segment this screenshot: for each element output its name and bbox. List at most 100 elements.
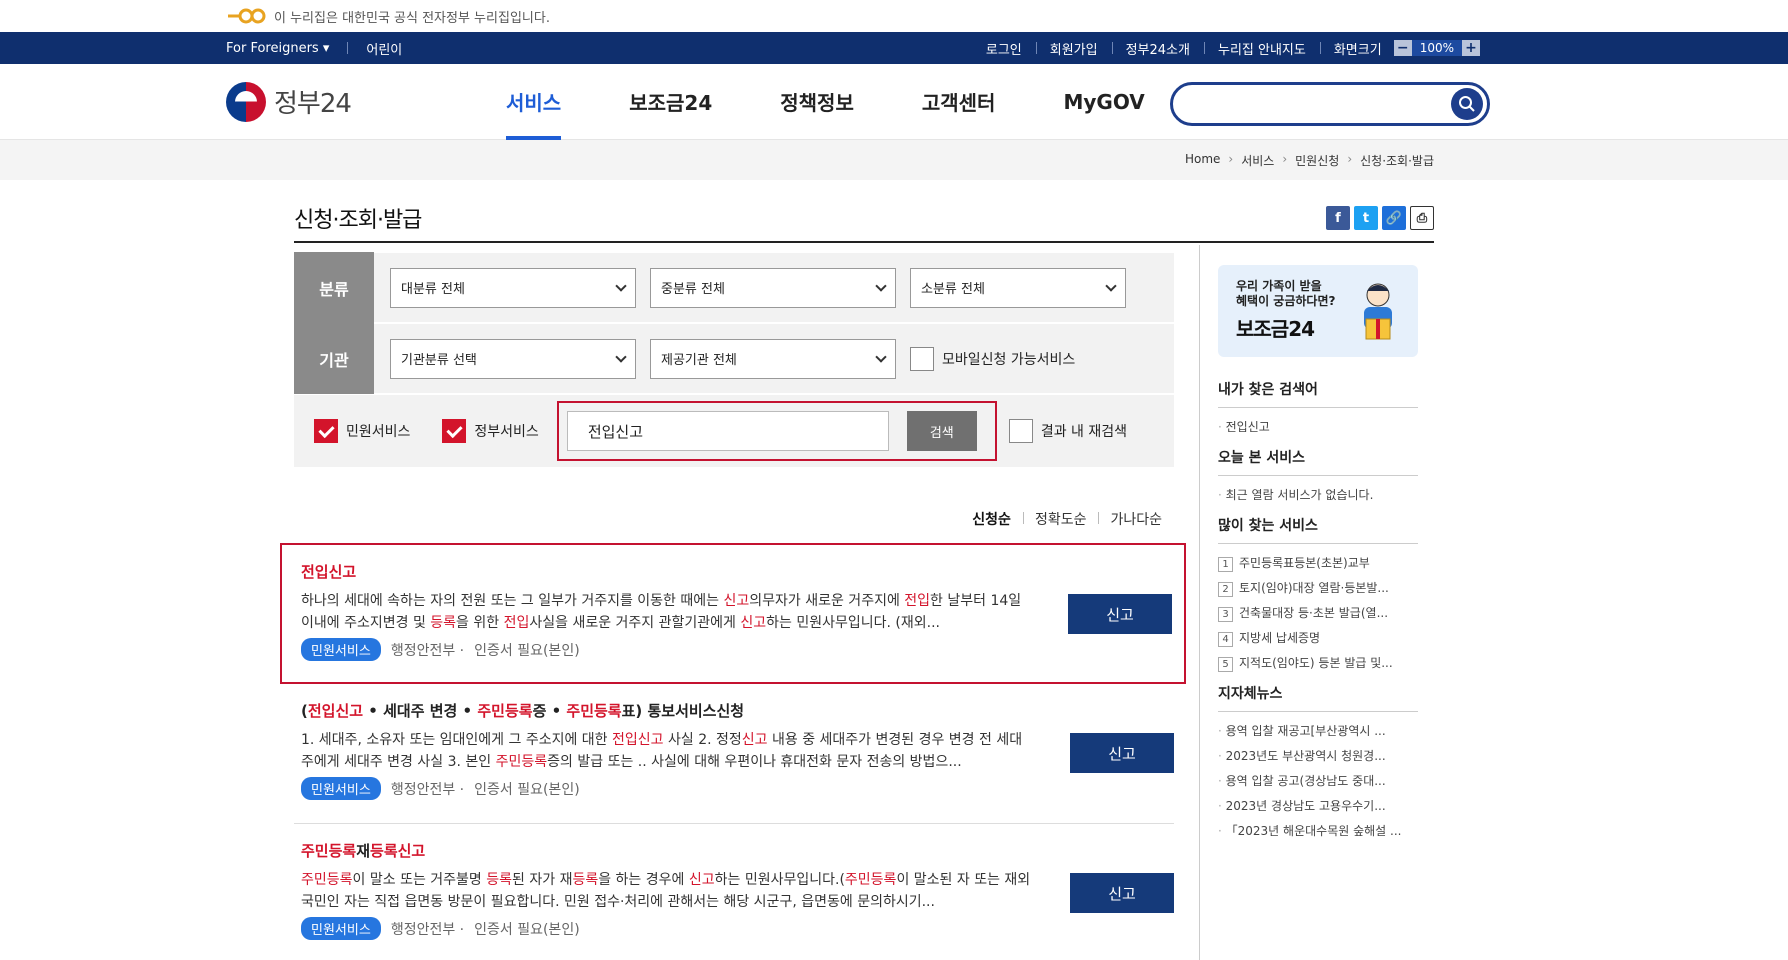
gnb-item-mygov[interactable]: MyGOV [1029,64,1178,140]
minor-category-select[interactable]: 소분류 전체 [910,267,1126,308]
apply-button[interactable]: 신고 [1068,594,1172,634]
zoom-value: 100% [1411,40,1462,56]
list-item[interactable]: 4 지방세 납세증명 [1218,629,1418,654]
keyword-input[interactable]: 전입신고 [566,411,889,451]
zoom-label: 화면크기 [1333,42,1382,58]
gnb-item-policy[interactable]: 정책정보 [746,64,888,140]
breadcrumb-home[interactable]: Home [1185,152,1220,169]
list-item[interactable]: 용역 입찰 공고(경상남도 중대... [1218,772,1418,797]
result-meta: 민원서비스 행정안전부 · 인증서 필요(본인) [301,638,1184,661]
list-item-label: 토지(임야)대장 열람·등본발... [1239,581,1389,595]
provider-agency-select[interactable]: 제공기관 전체 [650,338,896,379]
gnb-menu: 서비스 보조금24 정책정보 고객센터 MyGOV [472,64,1179,140]
checkbox-label: 민원서비스 [346,424,411,440]
result-org: 행정안전부 · [390,642,465,659]
twitter-icon[interactable]: t [1354,206,1378,230]
zoom-in-button[interactable]: + [1462,40,1480,56]
apply-button[interactable]: 신고 [1070,733,1174,773]
result-description-part: 전입 [904,593,931,609]
global-search-input[interactable] [1173,85,1451,123]
middle-category-select[interactable]: 중분류 전체 [650,267,896,308]
popular-heading: 많이 찾는 서비스 [1218,515,1418,544]
result-title[interactable]: 전입신고 [301,561,1184,582]
checkbox-box[interactable] [1008,419,1033,443]
sort-by-application[interactable]: 신청순 [960,509,1023,529]
egov-logo-icon [226,8,266,24]
sitemap-link[interactable]: 누리집 안내지도 [1203,39,1320,58]
search-icon [1459,96,1475,112]
breadcrumb-civil[interactable]: 민원신청 [1295,152,1339,169]
result-description-part: 신고 [688,872,715,888]
link-icon[interactable]: 🔗 [1382,206,1406,230]
major-category-select[interactable]: 대분류 전체 [390,267,636,308]
sidebar: 우리 가족이 받을 혜택이 궁금하다면? 보조금24 내가 찾은 검색어 전입신… [1218,265,1418,847]
sort-by-alphabet[interactable]: 가나다순 [1098,509,1174,529]
kids-link[interactable]: 어린이 [366,39,402,58]
list-item[interactable]: 1 주민등록표등본(초본)교부 [1218,554,1418,579]
facebook-icon[interactable]: f [1326,206,1350,230]
chevron-right-icon: › [1228,152,1234,166]
apply-button[interactable]: 신고 [1070,873,1174,913]
result-title[interactable]: 주민등록재등록신고 [301,840,1174,861]
filter-row-keyword: 민원서비스 정부서비스 전입신고 검색 결과 내 재검색 [294,395,1174,467]
result-meta: 민원서비스 행정안전부 · 인증서 필요(본인) [301,777,1174,800]
list-item[interactable]: 5 지적도(임야도) 등본 발급 및... [1218,654,1418,679]
brand-logo[interactable]: 정부24 [226,81,436,122]
research-in-results-checkbox[interactable]: 결과 내 재검색 [1008,419,1127,443]
select-value: 대분류 전체 [401,282,465,297]
gov-service-checkbox[interactable]: 정부서비스 [442,419,539,443]
divider [347,42,349,54]
result-title[interactable]: (전입신고 • 세대주 변경 • 주민등록증 • 주민등록표) 통보서비스신청 [301,700,1174,721]
result-title-part: 주민등록 [477,702,533,720]
chevron-right-icon: › [1282,152,1288,166]
list-item[interactable]: 「2023년 해운대수목원 숲해설 ... [1218,822,1418,847]
gnb-item-customer-center[interactable]: 고객센터 [888,64,1030,140]
sort-options: 신청순 정확도순 가나다순 [294,509,1174,529]
result-description-part: 전입 [503,615,530,631]
result-description-part: 등록 [572,872,599,888]
filter-label-category: 분류 [294,252,374,323]
page-title: 신청·조회·발급 [294,208,422,233]
list-item[interactable]: 용역 입찰 재공고[부산광역시 ... [1218,722,1418,747]
print-icon[interactable]: ⎙ [1410,206,1434,230]
result-description-part: 증의 발급 또는 .. 사실에 대해 우편이나 휴대전화 문자 전송의 방법으.… [547,754,962,770]
checkbox-box[interactable] [314,419,338,443]
list-item-label: 주민등록표등본(초본)교부 [1239,556,1370,570]
about-link[interactable]: 정부24소개 [1111,39,1204,58]
filter-label-agency: 기관 [294,323,374,394]
result-title-part: 표) 통보서비스신청 [621,702,745,720]
login-link[interactable]: 로그인 [972,39,1036,58]
checkbox-box[interactable] [442,419,467,443]
for-foreigners-link[interactable]: For Foreigners ▾ [226,41,329,56]
result-org: 행정안전부 · [390,921,465,938]
signup-link[interactable]: 회원가입 [1035,39,1112,58]
mobile-available-checkbox[interactable]: 모바일신청 가능서비스 [910,346,1075,371]
subsidy24-banner[interactable]: 우리 가족이 받을 혜택이 궁금하다면? 보조금24 [1218,265,1418,357]
list-item[interactable]: 2 토지(임야)대장 열람·등본발... [1218,579,1418,604]
rank-number: 4 [1218,632,1233,647]
list-item[interactable]: 3 건축물대장 등·초본 발급(열... [1218,604,1418,629]
result-org: 행정안전부 · [390,781,465,798]
keyword-search-button[interactable]: 검색 [906,411,977,451]
service-type-badge: 민원서비스 [301,638,381,661]
zoom-control: 화면크기 − 100% + [1319,39,1494,58]
zoom-out-button[interactable]: − [1393,40,1412,56]
filter-panel: 분류 대분류 전체 중분류 전체 소분류 전체 기관 기관분류 선택 제공기관 … [294,252,1174,467]
sort-by-accuracy[interactable]: 정확도순 [1022,509,1099,529]
gnb-item-subsidy24[interactable]: 보조금24 [595,64,746,140]
list-item[interactable]: 2023년도 부산광역시 청원경... [1218,747,1418,772]
result-auth: 인증서 필요(본인) [474,921,580,938]
civil-service-checkbox[interactable]: 민원서비스 [314,419,410,443]
result-list: 전입신고 하나의 세대에 속하는 자의 전원 또는 그 일부가 거주지를 이동한 … [280,543,1186,960]
select-value: 제공기관 전체 [661,353,737,368]
search-button[interactable] [1451,88,1483,120]
result-description-part: 1. 세대주, 소유자 또는 임대인에게 그 주소지에 대한 [301,732,613,748]
agency-type-select[interactable]: 기관분류 선택 [390,338,636,379]
result-description-part: 등록 [486,872,513,888]
result-description-part: 하는 민원사무입니다. (재외... [766,615,940,631]
list-item[interactable]: 2023년 경상남도 고용우수기... [1218,797,1418,822]
gnb-item-service[interactable]: 서비스 [472,64,595,140]
list-item[interactable]: 전입신고 [1218,418,1418,443]
breadcrumb-service[interactable]: 서비스 [1241,152,1274,169]
checkbox-box[interactable] [910,346,934,371]
